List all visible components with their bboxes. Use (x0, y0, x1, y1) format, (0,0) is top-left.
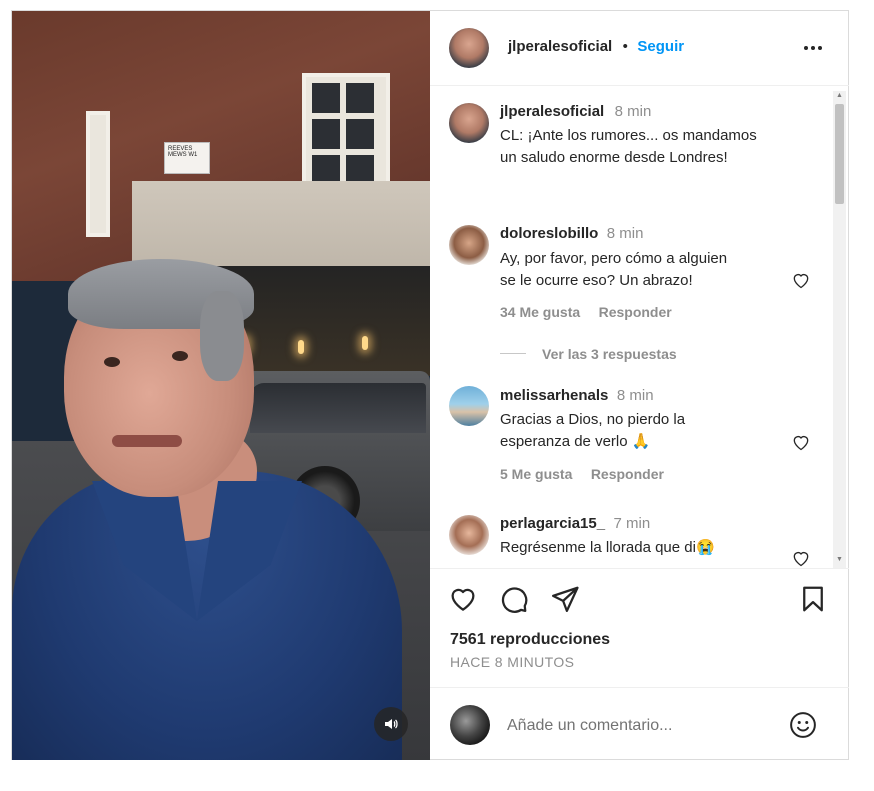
header-username[interactable]: jlperalesoficial (508, 38, 612, 55)
comment-item: doloreslobillo 8 min Ay, por favor, pero… (430, 225, 830, 375)
comment-line: Ay, por favor, pero cómo a alguien (500, 250, 728, 267)
caption-time[interactable]: 8 min (615, 103, 652, 120)
caption-line: un saludo enorme desde Londres! (500, 149, 728, 166)
view-replies-button[interactable]: Ver las 3 respuestas (542, 346, 677, 362)
header-user-row: jlperalesoficial • Seguir (508, 38, 684, 56)
views-count[interactable]: 7561 reproducciones (450, 631, 610, 649)
comment-icon[interactable] (499, 584, 529, 614)
comment-line: Gracias a Dios, no pierdo la (500, 411, 686, 428)
comment-likes[interactable]: 34 Me gusta (500, 304, 580, 320)
comment-like-heart-icon[interactable] (791, 548, 811, 568)
comment-time[interactable]: 7 min (614, 515, 651, 532)
separator-dot: • (622, 38, 628, 55)
caption-text: CL: ¡Ante los rumores... os mandamos un … (500, 125, 757, 169)
comment-likes[interactable]: 5 Me gusta (500, 466, 572, 482)
post-timestamp[interactable]: HACE 8 MINUTOS (450, 654, 574, 670)
comments-list: jlperalesoficial 8 min CL: ¡Ante los rum… (430, 86, 849, 568)
comment-input[interactable] (505, 714, 779, 738)
person-hair-side (200, 291, 244, 381)
comment-username[interactable]: perlagarcia15_ (500, 515, 605, 532)
car-window (250, 383, 426, 433)
comment-time[interactable]: 8 min (607, 225, 644, 242)
building-window (86, 111, 110, 237)
comment-line: se le ocurre eso? Un abrazo! (500, 272, 693, 289)
avatar[interactable] (449, 103, 489, 143)
comment-line: esperanza de verlo 🙏 (500, 433, 651, 450)
reply-button[interactable]: Responder (599, 304, 672, 320)
caption: jlperalesoficial 8 min CL: ¡Ante los rum… (430, 86, 830, 206)
comment-username[interactable]: melissarhenals (500, 387, 608, 404)
comment-like-heart-icon[interactable] (791, 432, 811, 452)
speaker-icon[interactable] (374, 707, 408, 741)
person-mouth (112, 435, 182, 447)
comment-text: Regrésenme la llorada que di😭 (500, 539, 715, 556)
person-eye (104, 357, 120, 367)
caption-line: CL: ¡Ante los rumores... os mandamos (500, 127, 757, 144)
caption-username[interactable]: jlperalesoficial (500, 103, 604, 120)
bookmark-icon[interactable] (798, 584, 828, 614)
smiley-icon[interactable] (788, 710, 818, 740)
replies-divider (500, 353, 526, 354)
post-video[interactable]: REEVES MEWS W1 (12, 11, 430, 760)
more-horizontal-icon[interactable] (800, 35, 826, 61)
follow-button[interactable]: Seguir (637, 38, 684, 55)
avatar[interactable] (449, 225, 489, 265)
comment-username[interactable]: doloreslobillo (500, 225, 598, 242)
comment-time[interactable]: 8 min (617, 387, 654, 404)
street-sign: REEVES MEWS W1 (164, 142, 210, 174)
comment-like-heart-icon[interactable] (791, 270, 811, 290)
comment-text: Ay, por favor, pero cómo a alguien se le… (500, 248, 727, 292)
send-icon[interactable] (550, 584, 580, 614)
comment-text: Gracias a Dios, no pierdo la esperanza d… (500, 409, 685, 453)
avatar[interactable] (449, 28, 489, 68)
post-side-panel: jlperalesoficial • Seguir ▲ ▼ jlperaleso (430, 11, 849, 760)
avatar (450, 705, 490, 745)
reply-button[interactable]: Responder (591, 466, 664, 482)
person-eye (172, 351, 188, 361)
post-header: jlperalesoficial • Seguir (430, 11, 849, 86)
avatar[interactable] (449, 515, 489, 555)
comment-item: perlagarcia15_ 7 min Regrésenme la llora… (430, 515, 830, 568)
comment-item: melissarhenals 8 min Gracias a Dios, no … (430, 386, 830, 506)
avatar[interactable] (449, 386, 489, 426)
comment-composer (430, 687, 849, 761)
instagram-post: REEVES MEWS W1 jlperalesoficial • Seguir… (11, 10, 849, 760)
heart-icon[interactable] (448, 584, 478, 614)
